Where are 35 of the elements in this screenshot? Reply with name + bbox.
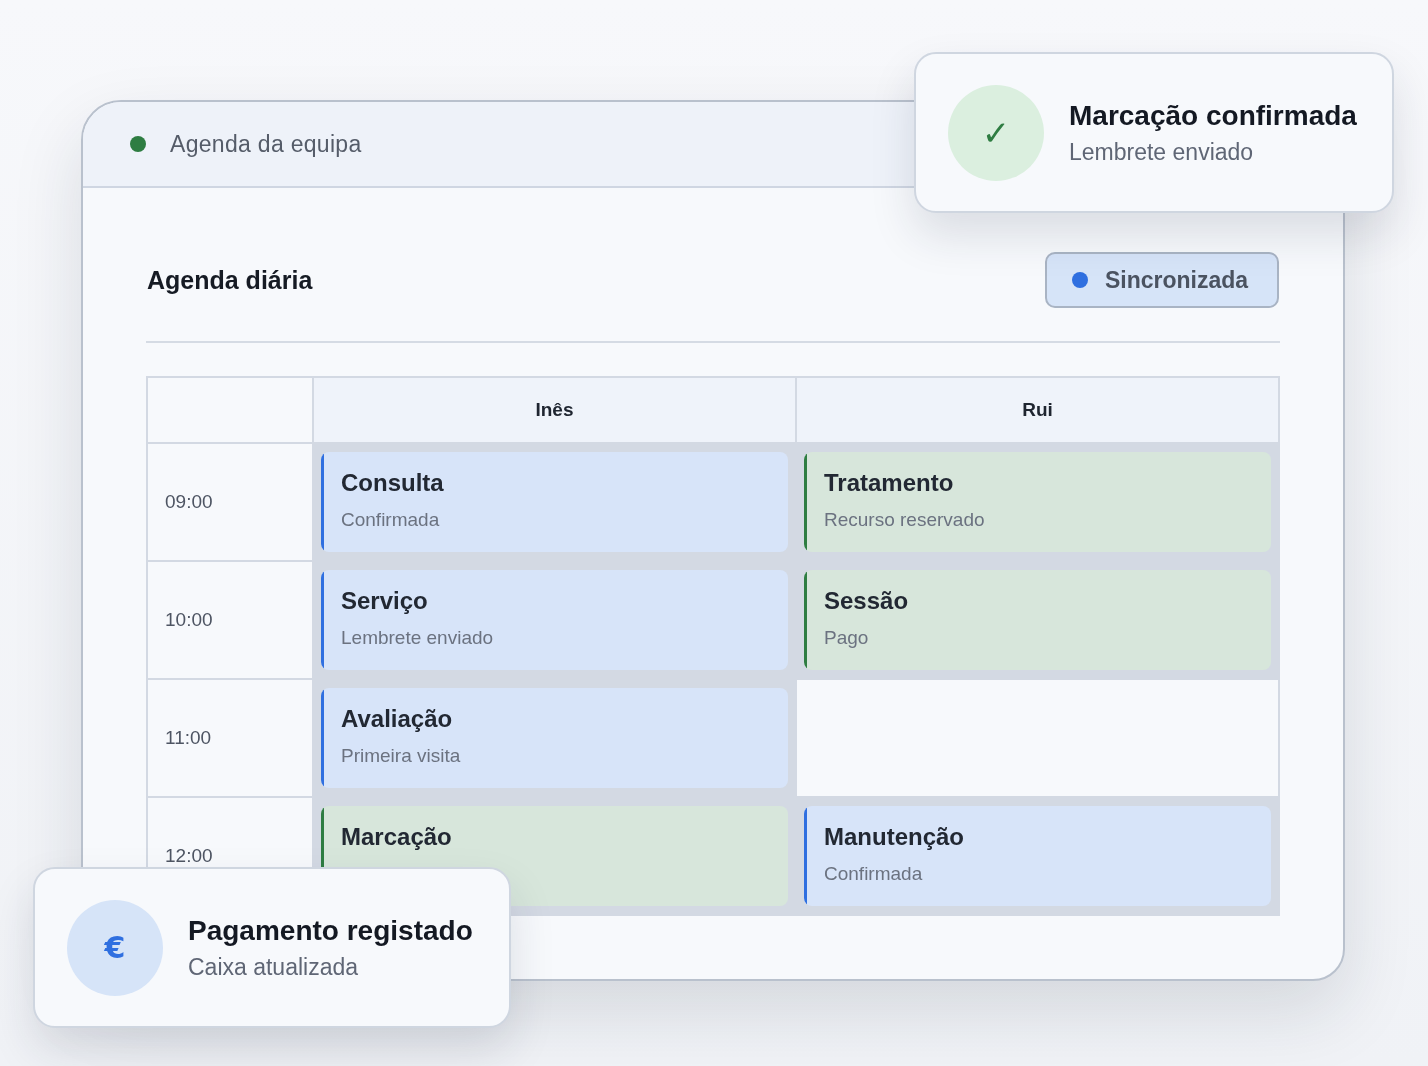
appointment-title: Sessão xyxy=(824,586,909,616)
appointment-title: Avaliação xyxy=(341,704,454,734)
appointment-status: Recurso reservado xyxy=(824,508,985,532)
appointment-title: Serviço xyxy=(341,586,429,616)
appointment-card[interactable]: Serviço Lembrete enviado xyxy=(321,570,788,670)
appointment-card[interactable]: Sessão Pago xyxy=(804,570,1271,670)
euro-icon: € xyxy=(67,899,163,996)
notification-message: Caixa atualizada xyxy=(188,952,360,982)
appointment-card[interactable]: Tratamento Recurso reservado xyxy=(804,452,1271,552)
notification-title: Pagamento registado xyxy=(188,913,473,948)
appointment-title: Manutenção xyxy=(824,822,964,852)
time-cell: 10:00 xyxy=(148,562,312,678)
appointment-title: Consulta xyxy=(341,468,444,498)
status-dot-icon xyxy=(1072,272,1088,288)
notification-title: Marcação confirmada xyxy=(1069,98,1357,133)
notification-message: Lembrete enviado xyxy=(1069,137,1255,167)
appointment-card[interactable]: Avaliação Primeira visita xyxy=(321,688,788,788)
appointment-title: Tratamento xyxy=(824,468,955,498)
column-header: Rui xyxy=(797,378,1278,442)
window-title: Agenda da equipa xyxy=(170,130,362,158)
time-cell: 09:00 xyxy=(148,444,312,560)
appointment-title: Marcação xyxy=(341,822,452,852)
check-icon: ✓ xyxy=(948,84,1044,181)
status-dot-icon xyxy=(130,136,146,152)
section-title: Agenda diária xyxy=(147,265,313,295)
appointment-card[interactable]: Manutenção Confirmada xyxy=(804,806,1271,906)
appointment-status: Confirmada xyxy=(341,508,441,532)
appointment-card[interactable]: Consulta Confirmada xyxy=(321,452,788,552)
appointment-status: Pago xyxy=(824,626,870,650)
time-cell: 11:00 xyxy=(148,680,312,796)
appointment-status: Lembrete enviado xyxy=(341,626,494,650)
column-header: Inês xyxy=(314,378,795,442)
appointment-status: Confirmada xyxy=(824,862,924,886)
appointment-status: Primeira visita xyxy=(341,744,461,768)
status-label: Sincronizada xyxy=(1105,266,1249,294)
